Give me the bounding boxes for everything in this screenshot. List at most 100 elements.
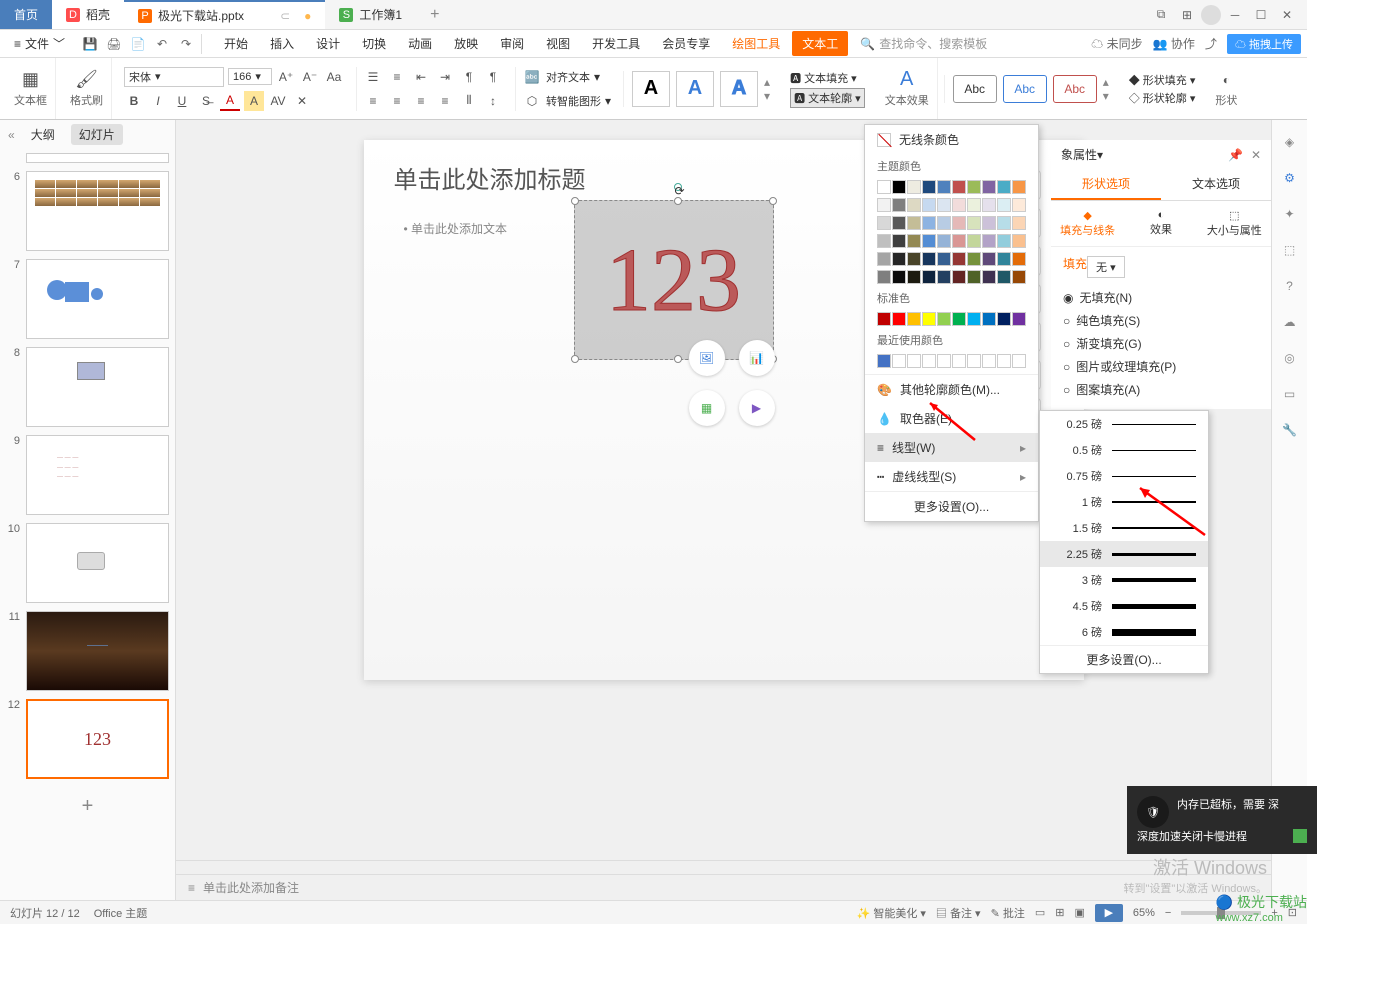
thumbnail-6[interactable]: 6	[0, 167, 175, 255]
weight-more-settings[interactable]: 更多设置(O)...	[1040, 646, 1208, 673]
rs-settings-icon[interactable]: ⚙	[1278, 166, 1302, 190]
notes-bar[interactable]: ≡ 单击此处添加备注	[176, 874, 1271, 900]
maximize-button[interactable]: ☐	[1249, 5, 1273, 25]
insert-table-icon[interactable]: ▦	[689, 390, 725, 426]
text-effect-icon[interactable]: A	[897, 70, 917, 90]
menu-tab-animation[interactable]: 动画	[398, 31, 442, 56]
save-icon[interactable]: 💾	[81, 35, 99, 53]
underline-icon[interactable]: U	[172, 91, 192, 111]
color-white[interactable]	[877, 180, 891, 194]
avatar[interactable]	[1201, 5, 1221, 25]
rtl-icon[interactable]: ¶	[483, 67, 503, 87]
print-icon[interactable]: 🖨	[105, 35, 123, 53]
dash-type-item[interactable]: ┅ 虚线线型(S)▸	[865, 462, 1038, 491]
picture-fill-radio[interactable]: ○ 图片或纹理填充(P)	[1063, 355, 1259, 378]
undo-icon[interactable]: ↶	[153, 35, 171, 53]
rs-help-icon[interactable]: ?	[1278, 274, 1302, 298]
style-up-icon[interactable]: ▴	[764, 75, 770, 89]
menu-tab-view[interactable]: 视图	[536, 31, 580, 56]
insert-image-icon[interactable]: 🖼	[689, 340, 725, 376]
collab-button[interactable]: 👥 协作	[1153, 35, 1195, 52]
fill-line-subtab[interactable]: ◆填充与线条	[1051, 201, 1124, 246]
size-combo[interactable]: 166 ▾	[228, 68, 272, 85]
slide-body-placeholder[interactable]: • 单击此处添加文本	[404, 220, 508, 237]
text-options-tab[interactable]: 文本选项	[1161, 169, 1271, 200]
line-type-item[interactable]: ≡ 线型(W)▸	[865, 433, 1038, 462]
thumbnail-5-partial[interactable]	[0, 149, 175, 167]
shape-style-3[interactable]: Abc	[1053, 75, 1097, 103]
upload-button[interactable]: ☁ 拖拽上传	[1227, 34, 1301, 54]
shape-options-tab[interactable]: 形状选项	[1051, 169, 1161, 200]
rs-layers-icon[interactable]: ⬚	[1278, 238, 1302, 262]
zoom-out-button[interactable]: −	[1165, 907, 1171, 919]
menu-tab-slideshow[interactable]: 放映	[444, 31, 488, 56]
solid-fill-radio[interactable]: ○ 纯色填充(S)	[1063, 309, 1259, 332]
align-left-icon[interactable]: ≡	[363, 91, 383, 111]
smart-beautify-button[interactable]: ✨ 智能美化 ▾	[857, 905, 926, 921]
text-content[interactable]: 123	[606, 229, 741, 332]
shape-fill-button[interactable]: ◆ 形状填充 ▾	[1129, 72, 1196, 88]
view-reading-icon[interactable]: ▣	[1074, 906, 1084, 919]
redo-icon[interactable]: ↷	[177, 35, 195, 53]
menu-tab-member[interactable]: 会员专享	[652, 31, 720, 56]
rs-tool-icon[interactable]: 🔧	[1278, 418, 1302, 442]
weight-1[interactable]: 1 磅	[1040, 489, 1208, 515]
align-center-icon[interactable]: ≡	[387, 91, 407, 111]
menu-tab-start[interactable]: 开始	[214, 31, 258, 56]
smart-label[interactable]: 转智能图形	[546, 93, 601, 109]
menu-tab-insert[interactable]: 插入	[260, 31, 304, 56]
highlight-icon[interactable]: A	[244, 91, 264, 111]
handle-nw[interactable]	[571, 197, 579, 205]
thumbnail-11[interactable]: 11———	[0, 607, 175, 695]
outline-tab[interactable]: 大纲	[23, 124, 63, 145]
weight-2-25[interactable]: 2.25 磅	[1040, 541, 1208, 567]
shape-outline-button[interactable]: ◇ 形状轮廓 ▾	[1129, 90, 1196, 106]
insert-video-icon[interactable]: ▶	[739, 390, 775, 426]
weight-0-25[interactable]: 0.25 磅	[1040, 411, 1208, 437]
slides-tab[interactable]: 幻灯片	[71, 124, 123, 145]
textbox-icon[interactable]: ▦	[21, 70, 41, 90]
file-tab[interactable]: P极光下载站.pptx⊂●	[124, 0, 325, 29]
effect-subtab[interactable]: ◐效果	[1124, 201, 1197, 246]
tab-pin-icon[interactable]: ⊂	[280, 9, 290, 23]
comments-toggle[interactable]: ✎ 批注	[991, 905, 1025, 921]
props-close-icon[interactable]: ✕	[1251, 148, 1261, 162]
color-blue[interactable]	[937, 180, 951, 194]
color-green[interactable]	[967, 180, 981, 194]
zoom-level[interactable]: 65%	[1133, 907, 1155, 919]
color-tan[interactable]	[907, 180, 921, 194]
weight-0-5[interactable]: 0.5 磅	[1040, 437, 1208, 463]
no-fill-radio[interactable]: ◉ 无填充(N)	[1063, 286, 1259, 309]
rs-location-icon[interactable]: ◎	[1278, 346, 1302, 370]
color-darkblue[interactable]	[922, 180, 936, 194]
more-colors-item[interactable]: 🎨 其他轮廓颜色(M)...	[865, 375, 1038, 404]
file-menu[interactable]: ≡ 文件 ﹀	[6, 35, 73, 52]
view-normal-icon[interactable]: ▭	[1035, 906, 1045, 919]
horizontal-scrollbar[interactable]	[176, 860, 1271, 874]
text-style-1[interactable]: A	[632, 71, 670, 107]
pattern-fill-radio[interactable]: ○ 图案填充(A)	[1063, 378, 1259, 401]
no-line-color[interactable]: 无线条颜色	[865, 125, 1038, 154]
notif-action[interactable]	[1293, 829, 1307, 843]
text-style-3[interactable]: A	[720, 71, 758, 107]
shape-style-up[interactable]: ▴	[1103, 75, 1109, 89]
shape-style-2[interactable]: Abc	[1003, 75, 1047, 103]
menu-tab-design[interactable]: 设计	[306, 31, 350, 56]
increase-font-icon[interactable]: A⁺	[276, 67, 296, 87]
thumbnail-12[interactable]: 12123	[0, 695, 175, 783]
menu-tab-review[interactable]: 审阅	[490, 31, 534, 56]
sync-status[interactable]: ☁ 未同步	[1091, 35, 1142, 52]
rs-star-icon[interactable]: ✦	[1278, 202, 1302, 226]
size-subtab[interactable]: ⬚大小与属性	[1198, 201, 1271, 246]
align-text-label[interactable]: 对齐文本	[546, 69, 590, 85]
decrease-font-icon[interactable]: A⁻	[300, 67, 320, 87]
props-pin-icon[interactable]: 📌	[1228, 148, 1243, 162]
handle-ne[interactable]	[769, 197, 777, 205]
thumbnail-9[interactable]: 9— — —— — —— — —	[0, 431, 175, 519]
text-style-2[interactable]: A	[676, 71, 714, 107]
weight-1-5[interactable]: 1.5 磅	[1040, 515, 1208, 541]
rs-screen-icon[interactable]: ▭	[1278, 382, 1302, 406]
style-down-icon[interactable]: ▾	[764, 89, 770, 103]
shape-style-down[interactable]: ▾	[1103, 89, 1109, 103]
collapse-panel[interactable]: «	[8, 128, 15, 142]
